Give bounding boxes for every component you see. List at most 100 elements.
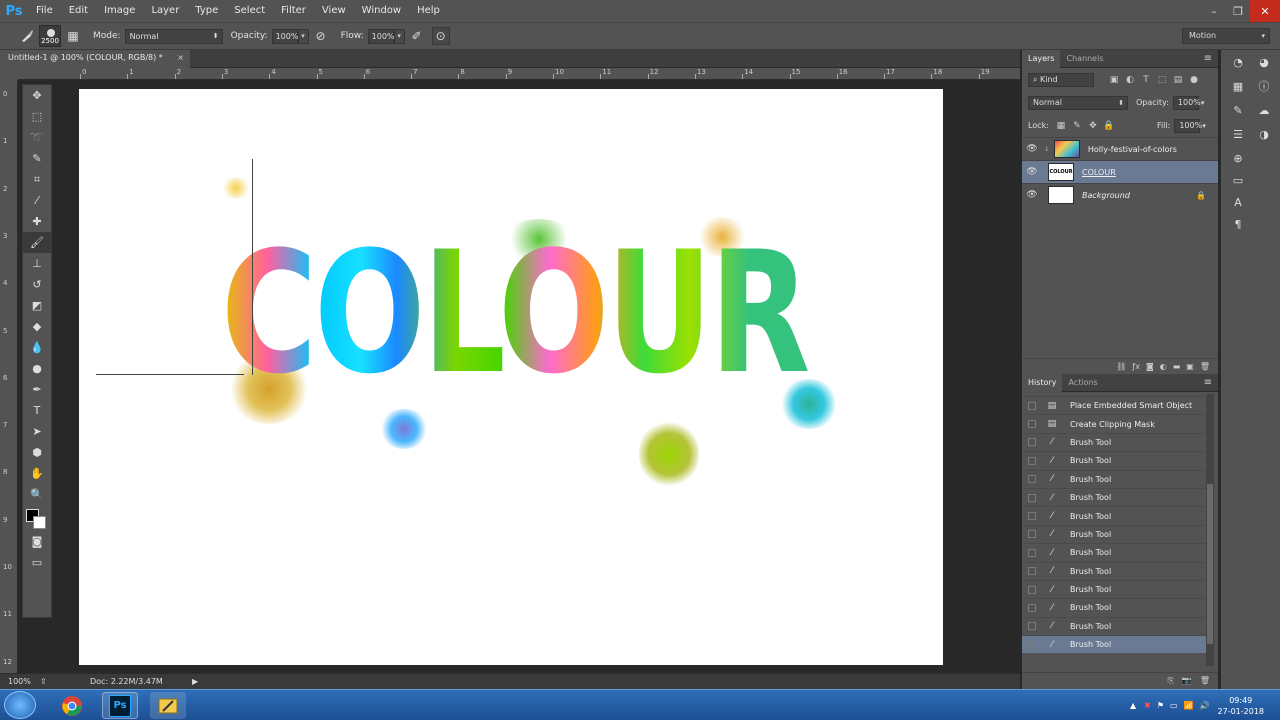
- scrollbar-thumb[interactable]: [1207, 484, 1213, 644]
- flow-input[interactable]: 100%: [367, 28, 395, 44]
- menu-file[interactable]: File: [28, 0, 61, 22]
- document-canvas[interactable]: COLOUR: [79, 89, 943, 665]
- panel-menu-icon[interactable]: ≡: [1204, 53, 1212, 64]
- menu-image[interactable]: Image: [96, 0, 143, 22]
- type-tool-icon[interactable]: T: [23, 400, 51, 421]
- timeline-panel-icon[interactable]: ▭: [1227, 170, 1249, 190]
- history-item[interactable]: ⁄ Brush Tool: [1022, 561, 1206, 580]
- history-item[interactable]: ⁄ Brush Tool: [1022, 524, 1206, 543]
- brush-panel-icon[interactable]: ✎: [1227, 100, 1249, 120]
- tab-channels[interactable]: Channels: [1060, 50, 1109, 68]
- delete-layer-icon[interactable]: 🗑: [1200, 362, 1210, 371]
- eye-icon[interactable]: 👁: [1022, 144, 1042, 154]
- history-source-checkbox[interactable]: [1028, 585, 1036, 594]
- new-document-from-state-icon[interactable]: ⎘: [1167, 676, 1173, 686]
- filter-pixel-icon[interactable]: ▣: [1106, 73, 1122, 87]
- grid-panel-icon[interactable]: ▦: [1227, 76, 1249, 96]
- paragraph-panel-icon[interactable]: ¶: [1227, 214, 1249, 234]
- lock-pixels-icon[interactable]: ✎: [1069, 119, 1085, 133]
- flow-slider-dropdown[interactable]: ▾: [393, 28, 405, 44]
- start-button[interactable]: [4, 691, 36, 719]
- close-tab-icon[interactable]: ×: [177, 50, 184, 66]
- workspace-select[interactable]: Motion ▾: [1182, 28, 1270, 44]
- network-icon[interactable]: 📶: [1184, 701, 1194, 710]
- add-mask-icon[interactable]: ◙: [1146, 362, 1154, 371]
- vertical-ruler[interactable]: 0 1 2 3 4 5 6 7 8 9 10 11 12: [0, 80, 18, 673]
- color-panel-icon[interactable]: ◔: [1227, 52, 1249, 72]
- menu-layer[interactable]: Layer: [143, 0, 187, 22]
- quick-mask-icon[interactable]: ◙: [23, 531, 51, 552]
- status-menu-arrow-icon[interactable]: ▶: [192, 674, 198, 689]
- history-source-checkbox[interactable]: [1028, 475, 1036, 484]
- quick-select-tool-icon[interactable]: ✎: [23, 148, 51, 169]
- history-item[interactable]: ⁄ Brush Tool: [1022, 579, 1206, 598]
- history-item[interactable]: ⁄ Brush Tool: [1022, 469, 1206, 488]
- lock-transparent-icon[interactable]: ▦: [1053, 119, 1069, 133]
- history-source-checkbox[interactable]: [1028, 512, 1036, 521]
- menu-select[interactable]: Select: [226, 0, 273, 22]
- pressure-opacity-icon[interactable]: ⊘: [312, 27, 330, 45]
- history-source-checkbox[interactable]: [1028, 603, 1036, 612]
- blend-mode-select[interactable]: Normal ⬍: [1028, 95, 1128, 110]
- tab-actions[interactable]: Actions: [1062, 374, 1103, 392]
- menu-edit[interactable]: Edit: [61, 0, 96, 22]
- history-item[interactable]: ⁄ Brush Tool: [1022, 616, 1206, 635]
- filter-toggle-icon[interactable]: ●: [1186, 73, 1202, 87]
- menu-type[interactable]: Type: [187, 0, 226, 22]
- tab-layers[interactable]: Layers: [1022, 49, 1061, 68]
- filter-adjustment-icon[interactable]: ◐: [1122, 73, 1138, 87]
- mode-select[interactable]: Normal ⬍: [124, 28, 223, 44]
- display-icon[interactable]: ▭: [1170, 701, 1178, 710]
- restore-button[interactable]: ❐: [1226, 0, 1250, 22]
- history-source-checkbox[interactable]: [1028, 548, 1036, 557]
- history-item[interactable]: ⁄ Brush Tool: [1022, 543, 1206, 561]
- history-item[interactable]: ⁄ Brush Tool: [1022, 506, 1206, 524]
- history-source-checkbox[interactable]: [1028, 456, 1036, 465]
- eye-icon[interactable]: 👁: [1022, 167, 1042, 177]
- airbrush-icon[interactable]: ✐: [408, 27, 426, 45]
- menu-filter[interactable]: Filter: [273, 0, 314, 22]
- filter-smart-object-icon[interactable]: ▤: [1170, 73, 1186, 87]
- move-tool-icon[interactable]: ✥: [23, 85, 51, 106]
- minimize-button[interactable]: –: [1202, 0, 1226, 22]
- brush-tool-icon[interactable]: 🖌: [23, 232, 51, 253]
- chevron-down-icon[interactable]: ▾: [1202, 122, 1206, 130]
- history-source-checkbox[interactable]: [1028, 622, 1036, 631]
- panel-menu-icon[interactable]: ≡: [1204, 377, 1212, 388]
- screen-mode-icon[interactable]: ▭: [23, 552, 51, 573]
- lock-all-icon[interactable]: 🔒: [1101, 119, 1117, 133]
- libraries-panel-icon[interactable]: ☁: [1253, 100, 1275, 120]
- export-icon[interactable]: ⇪: [40, 674, 47, 689]
- canvas-workspace[interactable]: COLOUR: [18, 81, 1020, 673]
- info-panel-icon[interactable]: ⓘ: [1253, 76, 1275, 96]
- brush-size-preview[interactable]: 2500: [39, 25, 61, 47]
- path-selection-tool-icon[interactable]: ➤: [23, 421, 51, 442]
- fill-input[interactable]: 100%: [1174, 118, 1202, 133]
- history-item[interactable]: ▤ Place Embedded Smart Object: [1022, 396, 1206, 414]
- chrome-icon[interactable]: [54, 692, 90, 719]
- shape-tool-icon[interactable]: ⬢: [23, 442, 51, 463]
- menu-help[interactable]: Help: [409, 0, 448, 22]
- zoom-tool-icon[interactable]: 🔍: [23, 484, 51, 505]
- history-item[interactable]: ⁄ Brush Tool: [1022, 432, 1206, 451]
- background-color-swatch[interactable]: [33, 516, 46, 529]
- filter-type-icon[interactable]: T: [1138, 73, 1154, 87]
- opacity-slider-dropdown[interactable]: ▾: [297, 28, 309, 44]
- action-center-icon[interactable]: ⚑: [1157, 701, 1164, 710]
- character-panel-icon[interactable]: A: [1227, 192, 1249, 212]
- history-source-checkbox[interactable]: [1028, 567, 1036, 576]
- history-scrollbar[interactable]: [1206, 394, 1214, 666]
- photoshop-taskbar-icon[interactable]: Ps: [102, 692, 138, 719]
- history-source-checkbox[interactable]: [1028, 438, 1036, 447]
- new-group-icon[interactable]: ▬: [1173, 362, 1181, 371]
- ruler-origin[interactable]: [0, 68, 18, 80]
- layer-row-background[interactable]: 👁 Background 🔒: [1022, 183, 1218, 206]
- eyedropper-tool-icon[interactable]: ⁄: [23, 190, 51, 211]
- healing-brush-tool-icon[interactable]: ✚: [23, 211, 51, 232]
- chevron-down-icon[interactable]: ▾: [1201, 99, 1205, 107]
- history-source-checkbox[interactable]: [1028, 493, 1036, 502]
- pen-tool-icon[interactable]: ✒: [23, 379, 51, 400]
- history-source-checkbox[interactable]: [1028, 401, 1036, 410]
- eraser-tool-icon[interactable]: ◩: [23, 295, 51, 316]
- history-item[interactable]: ⁄ Brush Tool: [1022, 487, 1206, 506]
